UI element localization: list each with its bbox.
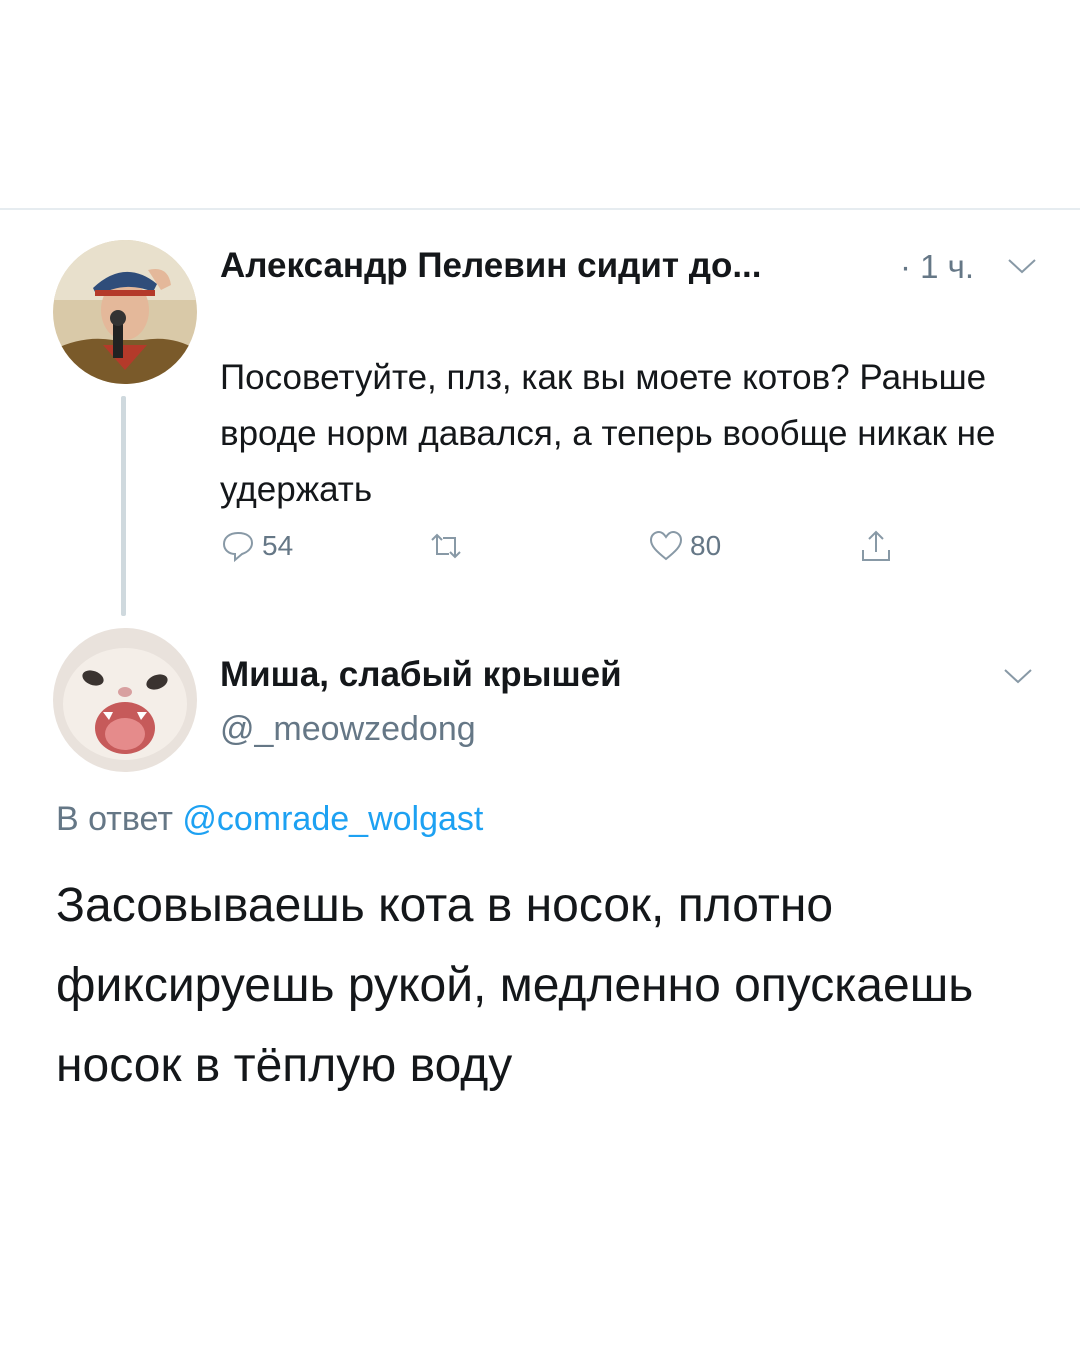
mention-link[interactable]: @comrade_wolgast xyxy=(182,800,483,838)
reply-prefix: В ответ xyxy=(56,800,173,838)
like-button[interactable]: 80 xyxy=(648,528,721,564)
retweet-icon xyxy=(431,533,461,559)
share-button[interactable] xyxy=(858,528,894,564)
like-icon xyxy=(649,530,683,561)
retweet-button[interactable] xyxy=(428,528,464,564)
reply-icon xyxy=(222,531,254,563)
thread-line xyxy=(121,396,126,616)
tweet-text: Засовываешь кота в носок, плотно фиксиру… xyxy=(56,879,974,1092)
reply-button[interactable]: 54 xyxy=(220,528,293,564)
author-name[interactable]: Александр Пелевин сидит до... xyxy=(220,246,762,286)
tweet-text: Посоветуйте, плз, как вы моете котов? Ра… xyxy=(220,358,996,509)
share-icon xyxy=(862,530,890,561)
top-divider xyxy=(0,208,1080,210)
author-name[interactable]: Миша, слабый крышей xyxy=(220,655,622,695)
avatar[interactable] xyxy=(53,240,197,384)
cat-photo xyxy=(53,628,197,772)
chevron-down-icon[interactable] xyxy=(1002,666,1034,686)
reply-count: 54 xyxy=(262,530,294,561)
reply-context: В ответ @comrade_wolgast xyxy=(56,800,483,839)
chevron-down-icon[interactable] xyxy=(1006,256,1038,276)
user-photo xyxy=(53,240,197,384)
tweet-time[interactable]: · 1 ч. xyxy=(900,248,974,286)
like-count: 80 xyxy=(690,530,722,561)
author-handle[interactable]: @_meowzedong xyxy=(220,710,476,749)
tweet-actions: 54 80 xyxy=(220,528,920,568)
avatar[interactable] xyxy=(53,628,197,772)
